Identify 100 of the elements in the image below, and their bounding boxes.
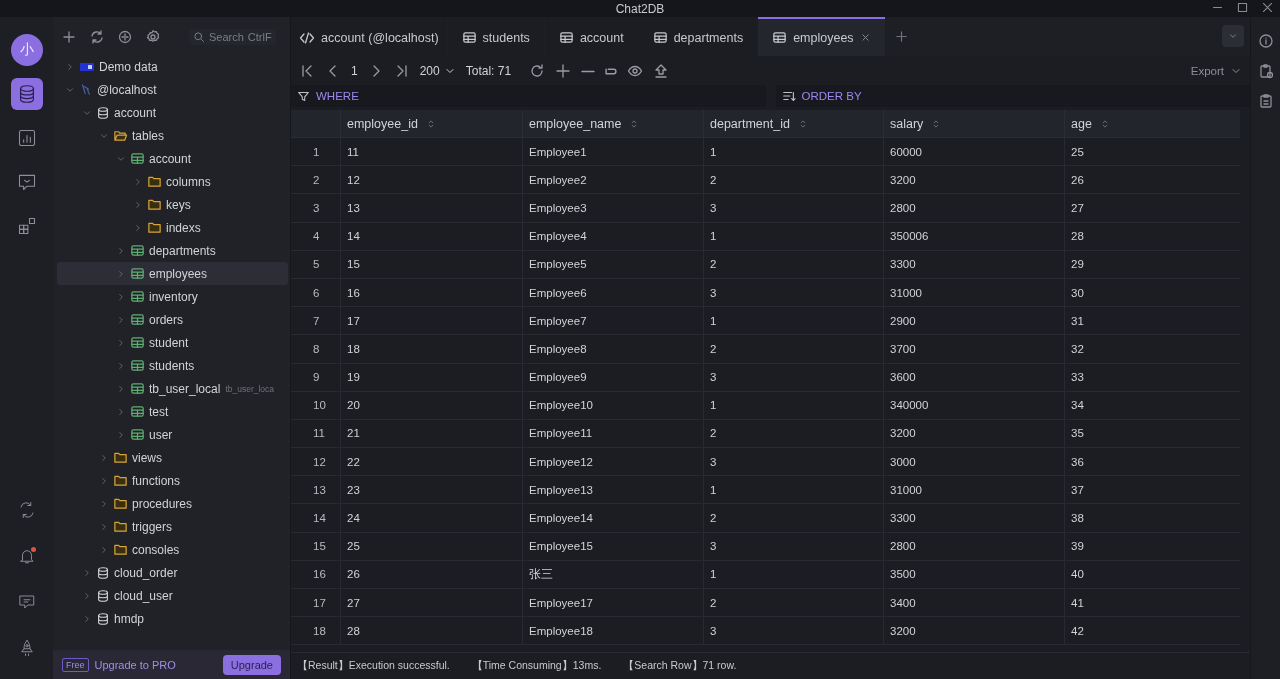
search-placeholder: Search	[209, 31, 244, 43]
table-cell: 3	[704, 363, 884, 392]
column-header[interactable]: employee_name	[523, 110, 704, 138]
table-cell: 张三	[523, 560, 704, 589]
table-cell: 3200	[884, 166, 1065, 195]
rail-tab[interactable]	[10, 78, 43, 110]
table-cell: 2900	[884, 307, 1065, 336]
page-number[interactable]: 1	[351, 64, 358, 78]
table-icon	[772, 30, 788, 45]
connection-icon	[79, 82, 93, 97]
database-icon	[96, 611, 110, 626]
table-cell: 23	[341, 476, 523, 505]
table-cell: 2800	[884, 194, 1065, 223]
tree-item[interactable]: test	[57, 400, 288, 423]
tree-item[interactable]: user	[57, 423, 288, 446]
table-cell: 12	[341, 166, 523, 195]
table-cell: 19	[341, 363, 523, 392]
tree-item[interactable]: students	[57, 354, 288, 377]
tree-item[interactable]: account	[57, 147, 288, 170]
where-field[interactable]: WHERE	[291, 85, 766, 107]
table-icon	[130, 312, 145, 327]
table-cell: 2	[704, 419, 884, 449]
search-field[interactable]: Search CtrlF	[189, 29, 276, 45]
table-cell: 3	[704, 448, 884, 477]
chart-icon	[16, 128, 37, 148]
page-size-select[interactable]: 200	[419, 64, 456, 78]
table-cell: 13	[341, 194, 523, 223]
table-cell: 3	[704, 532, 884, 561]
table-cell: 25	[341, 532, 523, 561]
info-icon	[1257, 33, 1274, 49]
column-header[interactable]: age	[1065, 110, 1240, 138]
row-number: 11	[291, 419, 341, 449]
database-icon	[96, 565, 110, 580]
chevron-right-icon	[116, 383, 126, 394]
shortcut-hint: CtrlF	[247, 31, 272, 43]
table-cell: Employee12	[523, 448, 704, 477]
view-glyph	[627, 63, 644, 79]
tree-item[interactable]: keys	[57, 193, 288, 216]
table-cell: 30	[1065, 278, 1240, 308]
tree-item[interactable]: functions	[57, 469, 288, 492]
bell-icon[interactable]	[17, 547, 36, 565]
table-cell: 34	[1065, 391, 1240, 420]
tree-item[interactable]: orders	[57, 308, 288, 331]
add-row-button[interactable]	[555, 63, 572, 79]
column-header[interactable]: department_id	[704, 110, 884, 138]
tree-item[interactable]: columns	[57, 170, 288, 193]
tree-item[interactable]: triggers	[57, 515, 288, 538]
table-cell: 22	[341, 448, 523, 477]
table-cell: Employee3	[523, 194, 704, 223]
table-icon	[130, 289, 145, 304]
tree-item[interactable]: Demo data	[57, 55, 288, 78]
message-icon	[17, 593, 36, 611]
bell-drawing	[17, 547, 36, 565]
tree-item[interactable]: inventory	[57, 285, 288, 308]
tree-item[interactable]: indexs	[57, 216, 288, 239]
tree-item[interactable]: departments	[57, 239, 288, 262]
tree-item[interactable]: tables	[57, 124, 288, 147]
chevron-right-icon	[99, 498, 109, 509]
table-cell: Employee9	[523, 363, 704, 392]
total-count: Total: 71	[465, 64, 512, 78]
chevron-right-icon	[99, 544, 109, 555]
chevron-right-icon	[116, 337, 126, 348]
tree-item[interactable]: account	[57, 101, 288, 124]
clipboard-clock-icon	[1257, 63, 1274, 79]
undo-glyph	[605, 67, 618, 75]
column-header[interactable]: employee_id	[341, 110, 523, 138]
tree-item[interactable]: employees	[57, 262, 288, 285]
chevron-right-icon	[116, 429, 126, 440]
table-cell: 3200	[884, 419, 1065, 449]
tree-item[interactable]: procedures	[57, 492, 288, 515]
table-cell: Employee8	[523, 335, 704, 364]
table-cell: 33	[1065, 363, 1240, 392]
upgrade-link[interactable]: Upgrade to PRO	[94, 658, 217, 671]
table-cell: 1	[704, 222, 884, 251]
tree-item[interactable]: cloud_order	[57, 561, 288, 584]
column-header[interactable]: salary	[884, 110, 1065, 138]
tree-item[interactable]: tb_user_local tb_user_loca	[57, 377, 288, 400]
chat-icon	[16, 172, 37, 192]
tree-item[interactable]: student	[57, 331, 288, 354]
refresh-glyph	[529, 63, 546, 79]
table-cell: 2800	[884, 532, 1065, 561]
table-icon	[130, 404, 145, 419]
undo-button[interactable]	[605, 67, 618, 75]
tree-item[interactable]: hmdp	[57, 607, 288, 630]
apps-icon	[16, 216, 37, 236]
editor-tab[interactable]: employees	[758, 17, 885, 56]
tree-item[interactable]: @localhost	[57, 78, 288, 101]
search-icon	[193, 31, 205, 43]
order-by-field[interactable]: ORDER BY	[775, 85, 1250, 107]
tree-item[interactable]: consoles	[57, 538, 288, 561]
export-button[interactable]: Export	[1190, 65, 1242, 77]
table-icon	[130, 358, 145, 373]
refresh-button[interactable]	[529, 63, 546, 79]
delete-row-button[interactable]	[581, 69, 596, 73]
upgrade-button[interactable]: Upgrade	[222, 654, 281, 675]
tree-item[interactable]: cloud_user	[57, 584, 288, 607]
view-button[interactable]	[627, 63, 644, 79]
tree-item[interactable]: views	[57, 446, 288, 469]
table-cell: 16	[341, 278, 523, 308]
table-cell: Employee10	[523, 391, 704, 420]
